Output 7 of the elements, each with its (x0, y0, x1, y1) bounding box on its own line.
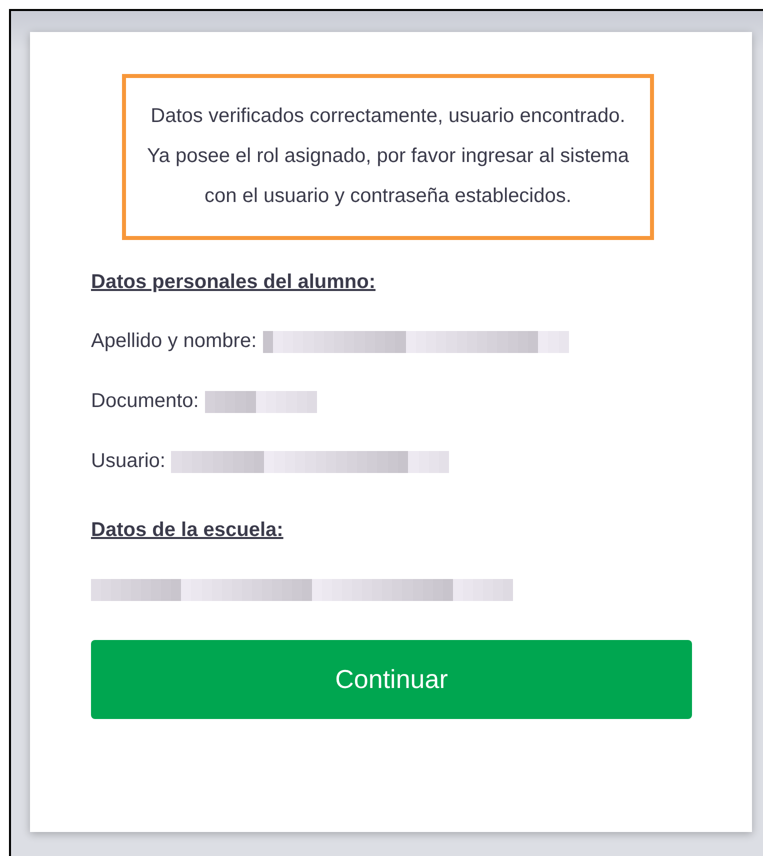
field-label: Documento: (91, 390, 199, 413)
notice-message: Datos verificados correctamente, usuario encontrado. Ya posee el rol asignado, por favor ingresar al sistema con el usuario y contraseña establecidos. (146, 104, 630, 209)
continue-button[interactable]: Continuar (91, 640, 692, 719)
field-label: Apellido y nombre: (91, 330, 257, 353)
field-label: Usuario: (91, 450, 166, 473)
section-heading: Datos de la escuela: (91, 518, 284, 543)
section-heading: Datos personales del alumno: (91, 270, 377, 295)
